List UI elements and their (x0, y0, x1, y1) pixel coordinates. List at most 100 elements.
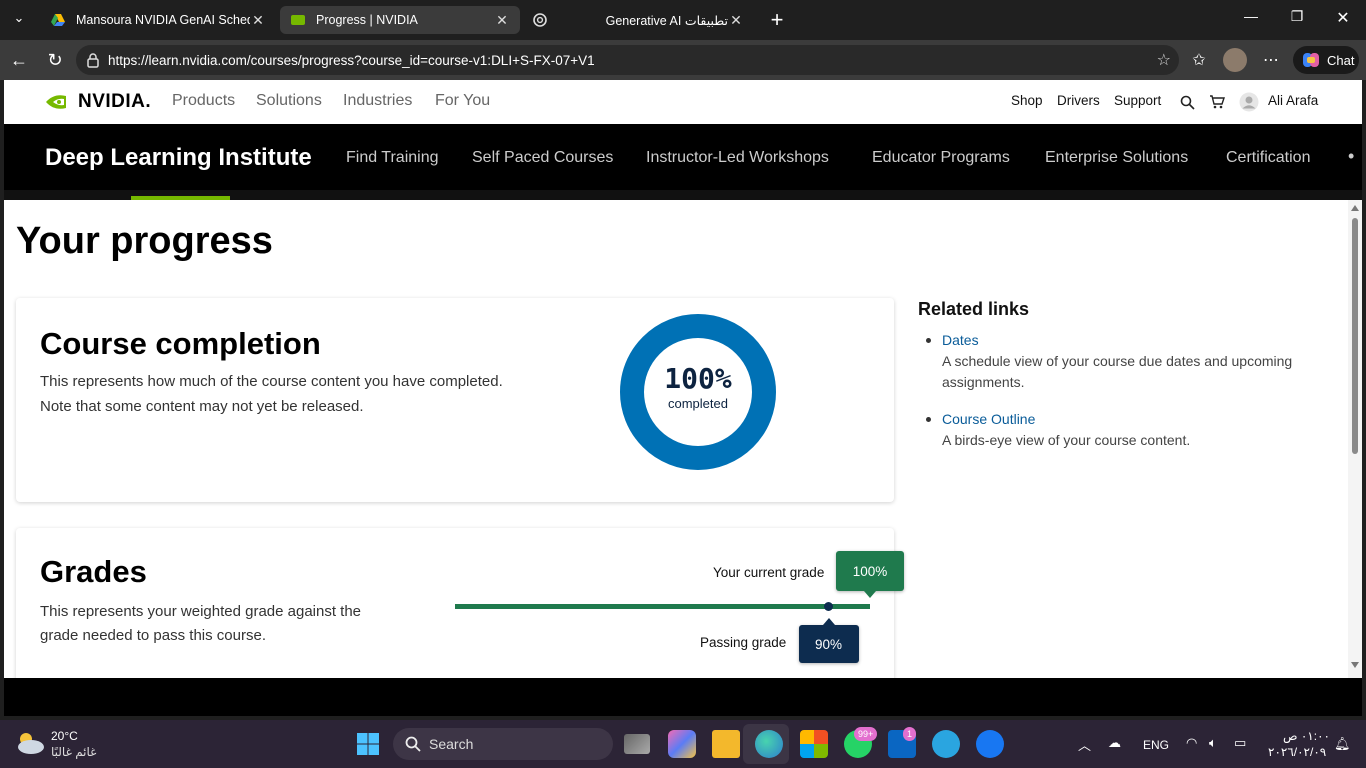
completion-percent: 100% (664, 362, 732, 395)
nvidia-logo[interactable]: NVIDIA. (44, 91, 151, 113)
grade-bar-fill (455, 604, 870, 609)
page-scrollbar[interactable] (1348, 200, 1362, 678)
user-name[interactable]: Ali Arafa (1268, 93, 1318, 108)
restore-icon[interactable]: ❐ (1274, 8, 1320, 25)
task-view-icon[interactable] (624, 734, 650, 754)
clock-time[interactable]: ٠١:٠٠ ص (1283, 729, 1330, 743)
scroll-thumb[interactable] (1352, 218, 1358, 454)
file-explorer-icon[interactable] (712, 730, 740, 758)
close-tab-icon[interactable]: ✕ (494, 12, 510, 29)
windows-start-icon[interactable] (356, 732, 380, 756)
dli-self-paced[interactable]: Self Paced Courses (472, 149, 613, 167)
lock-icon (87, 53, 99, 68)
tab-list-icon[interactable]: ⌄ (8, 10, 30, 26)
completion-desc-line1: This represents how much of the course c… (40, 373, 503, 390)
weather-temp[interactable]: 20°C (51, 729, 78, 743)
tray-overflow-icon[interactable]: ︿ (1078, 735, 1091, 754)
copilot-icon (1303, 53, 1319, 67)
onedrive-icon[interactable]: ☁ (1108, 735, 1121, 751)
notification-bell-icon[interactable]: 🔔︎ (1334, 736, 1351, 752)
search-icon (405, 736, 421, 752)
clock-date[interactable]: ٢٠٢٦/٠٢/٠٩ (1268, 745, 1326, 759)
dli-find-training[interactable]: Find Training (346, 149, 439, 167)
nav-solutions[interactable]: Solutions (256, 92, 322, 110)
copilot-chat-button[interactable]: Chat (1293, 46, 1359, 74)
chat-label: Chat (1327, 52, 1355, 68)
nav-support[interactable]: Support (1114, 93, 1161, 108)
url-text: https://learn.nvidia.com/courses/progres… (108, 52, 595, 68)
language-indicator[interactable]: ENG (1143, 738, 1169, 752)
scroll-down-arrow-icon[interactable] (1351, 662, 1359, 668)
close-window-icon[interactable]: ✕ (1320, 8, 1366, 28)
dli-enterprise[interactable]: Enterprise Solutions (1045, 149, 1188, 167)
dates-desc-line1: A schedule view of your course due dates… (942, 353, 1293, 369)
favorite-star-icon[interactable]: ☆ (1157, 50, 1171, 70)
current-grade-label: Your current grade (713, 565, 825, 580)
chatgpt-icon (533, 13, 547, 27)
nvidia-logo-text: NVIDIA. (78, 91, 152, 112)
minimize-icon[interactable]: — (1228, 8, 1274, 24)
bullet (926, 417, 931, 422)
course-completion-card: Course completion This represents how mu… (16, 298, 894, 502)
google-drive-icon (51, 14, 65, 26)
related-links-heading: Related links (918, 299, 1030, 319)
nav-for-you[interactable]: For You (435, 92, 490, 110)
scroll-up-arrow-icon[interactable] (1351, 205, 1359, 211)
nav-drivers[interactable]: Drivers (1057, 93, 1100, 108)
passing-grade-value: 90% (814, 636, 843, 652)
outline-desc-line1: A birds-eye view of your course content. (942, 432, 1191, 448)
page-title: Your progress (16, 220, 273, 262)
weather-cloud-icon[interactable] (14, 730, 46, 756)
more-icon[interactable]: ⋯ (1260, 50, 1282, 70)
main-content: Your progress Course completion This rep… (4, 200, 1348, 678)
back-icon[interactable]: ← (8, 50, 30, 71)
refresh-icon[interactable]: ↻ (44, 50, 66, 71)
telegram-icon[interactable] (932, 730, 960, 758)
dli-title[interactable]: Deep Learning Institute (45, 144, 312, 172)
browser-tab-bar: ⌄ Mansoura NVIDIA GenAI Schedule ✕ Progr… (0, 0, 1366, 40)
tab-generative-ai[interactable]: Generative AI تطبيقات ✕ (522, 6, 754, 34)
completion-heading: Course completion (40, 326, 321, 361)
nav-industries[interactable]: Industries (343, 92, 412, 110)
more-dots-icon[interactable]: • (1348, 146, 1354, 167)
grades-card: Grades This represents your weighted gra… (16, 528, 904, 678)
url-input[interactable]: https://learn.nvidia.com/courses/progres… (76, 45, 1179, 75)
course-outline-link[interactable]: Course Outline (942, 411, 1035, 427)
dates-desc-line2: assignments. (942, 374, 1025, 390)
dates-link[interactable]: Dates (942, 332, 979, 348)
active-app-indicator (743, 724, 789, 764)
dli-certification[interactable]: Certification (1226, 149, 1310, 167)
taskbar-search[interactable]: Search (393, 728, 613, 760)
m365-icon[interactable] (668, 730, 696, 758)
tooltip-caret (864, 591, 876, 598)
weather-desc[interactable]: غائم غالبًا (51, 745, 96, 759)
cart-icon[interactable] (1209, 94, 1225, 110)
nav-products[interactable]: Products (172, 92, 235, 110)
favorites-icon[interactable]: ✩ (1188, 50, 1210, 70)
facebook-icon[interactable] (976, 730, 1004, 758)
volume-icon[interactable]: 🔈︎ (1209, 735, 1217, 751)
profile-avatar[interactable] (1223, 48, 1247, 72)
nav-shop[interactable]: Shop (1011, 93, 1043, 108)
related-link-dates: Dates A schedule view of your course due… (926, 330, 1322, 393)
current-grade-value: 100% (852, 563, 888, 579)
grades-heading: Grades (40, 554, 147, 589)
nvidia-eye-icon (46, 95, 66, 109)
battery-icon[interactable]: ▭ (1234, 735, 1246, 751)
whatsapp-badge: 99+ (854, 727, 878, 741)
new-tab-icon[interactable]: + (766, 7, 788, 33)
microsoft-store-icon[interactable] (800, 730, 828, 758)
dli-educator[interactable]: Educator Programs (872, 149, 1010, 167)
tooltip-caret (822, 618, 835, 625)
grade-bar (455, 602, 870, 611)
wifi-icon[interactable]: ◠ (1186, 735, 1197, 751)
web-page: NVIDIA. Products Solutions Industries Fo… (4, 80, 1362, 678)
search-icon[interactable] (1180, 95, 1195, 110)
tab-progress[interactable]: Progress | NVIDIA ✕ (280, 6, 520, 34)
close-tab-icon[interactable]: ✕ (250, 12, 266, 29)
user-avatar-icon[interactable] (1239, 92, 1259, 112)
passing-grade-tooltip: 90% (798, 618, 859, 663)
tab-mansoura[interactable]: Mansoura NVIDIA GenAI Schedule ✕ (40, 6, 276, 34)
close-tab-icon[interactable]: ✕ (728, 12, 744, 29)
dli-instructor-led[interactable]: Instructor-Led Workshops (646, 149, 829, 167)
